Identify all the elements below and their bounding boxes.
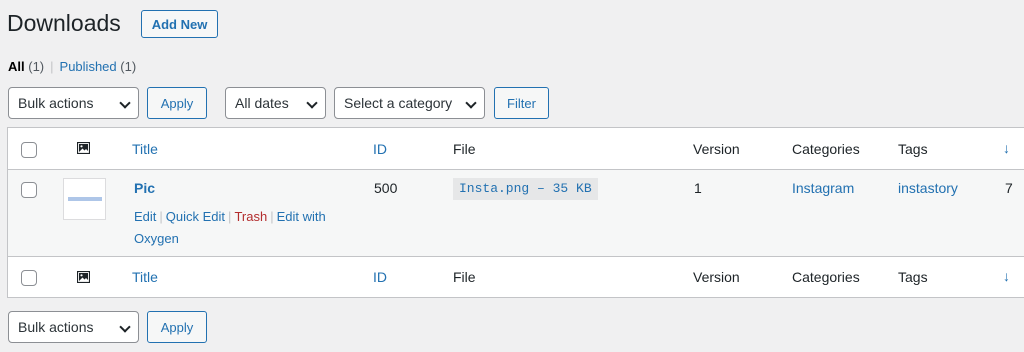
date-filter-label: All dates: [235, 95, 289, 111]
row-title-link[interactable]: Pic: [134, 180, 155, 196]
column-categories-footer: Categories: [792, 269, 860, 285]
row-checkbox[interactable]: [21, 182, 37, 198]
column-title[interactable]: Title: [132, 141, 158, 157]
page-title: Downloads: [7, 10, 121, 36]
table-header-row: Title ID File Version Categories Tags ↓: [8, 128, 1024, 170]
chevron-down-icon: [465, 97, 477, 109]
view-all-count: (1): [28, 59, 45, 74]
bulk-actions-label: Bulk actions: [18, 95, 94, 111]
column-tags-footer: Tags: [898, 269, 928, 285]
column-title-footer[interactable]: Title: [132, 269, 158, 285]
row-file-link[interactable]: Insta.png – 35 KB: [453, 178, 598, 200]
row-actions: Edit | Quick Edit | Trash | Edit with Oxygen: [134, 209, 326, 246]
thumbnail-text-mark: [68, 197, 102, 201]
table-footer-row: Title ID File Version Categories Tags ↓: [8, 256, 1024, 298]
edit-link[interactable]: Edit: [134, 209, 156, 224]
chevron-down-icon: [119, 321, 131, 333]
view-all[interactable]: All: [8, 59, 25, 75]
bulk-actions-label-bottom: Bulk actions: [18, 319, 94, 335]
column-tags: Tags: [898, 141, 928, 157]
table-row: Pic 500 Insta.png – 35 KB 1 Instagram in…: [8, 170, 1024, 256]
row-version: 1: [694, 180, 702, 196]
view-published[interactable]: Published: [60, 59, 117, 75]
downloads-table: Title ID File Version Categories Tags ↓ …: [7, 127, 1024, 298]
select-all-checkbox[interactable]: [21, 142, 37, 158]
row-category-link[interactable]: Instagram: [792, 180, 854, 196]
column-version-footer: Version: [693, 269, 740, 285]
add-new-button[interactable]: Add New: [141, 10, 218, 38]
column-file: File: [453, 141, 476, 157]
trash-link[interactable]: Trash: [234, 209, 267, 224]
category-filter-select[interactable]: Select a category: [334, 87, 485, 119]
chevron-down-icon: [306, 97, 318, 109]
column-version: Version: [693, 141, 740, 157]
column-categories: Categories: [792, 141, 860, 157]
row-id: 500: [374, 180, 398, 196]
download-thumbnail[interactable]: [63, 178, 106, 220]
column-id[interactable]: ID: [373, 141, 387, 157]
bulk-actions-select[interactable]: Bulk actions: [8, 87, 139, 119]
apply-button-bottom[interactable]: Apply: [147, 311, 207, 343]
view-separator: |: [50, 59, 54, 74]
filter-button[interactable]: Filter: [494, 87, 549, 119]
column-file-footer: File: [453, 269, 476, 285]
apply-button[interactable]: Apply: [147, 87, 207, 119]
bulk-actions-select-bottom[interactable]: Bulk actions: [8, 311, 139, 343]
column-id-footer[interactable]: ID: [373, 269, 387, 285]
quick-edit-link[interactable]: Quick Edit: [166, 209, 225, 224]
sort-downloads-icon[interactable]: ↓: [1003, 140, 1010, 156]
row-tag-link[interactable]: instastory: [898, 180, 958, 196]
select-all-checkbox-footer[interactable]: [21, 270, 37, 286]
image-icon: [77, 271, 90, 283]
view-published-count: (1): [120, 59, 137, 74]
date-filter-select[interactable]: All dates: [225, 87, 326, 119]
row-download-count: 7: [1005, 180, 1013, 196]
view-filters: All (1) | Published (1): [8, 59, 136, 75]
category-filter-label: Select a category: [344, 95, 453, 111]
image-icon: [77, 142, 90, 154]
chevron-down-icon: [119, 97, 131, 109]
sort-downloads-icon-footer[interactable]: ↓: [1003, 268, 1010, 284]
